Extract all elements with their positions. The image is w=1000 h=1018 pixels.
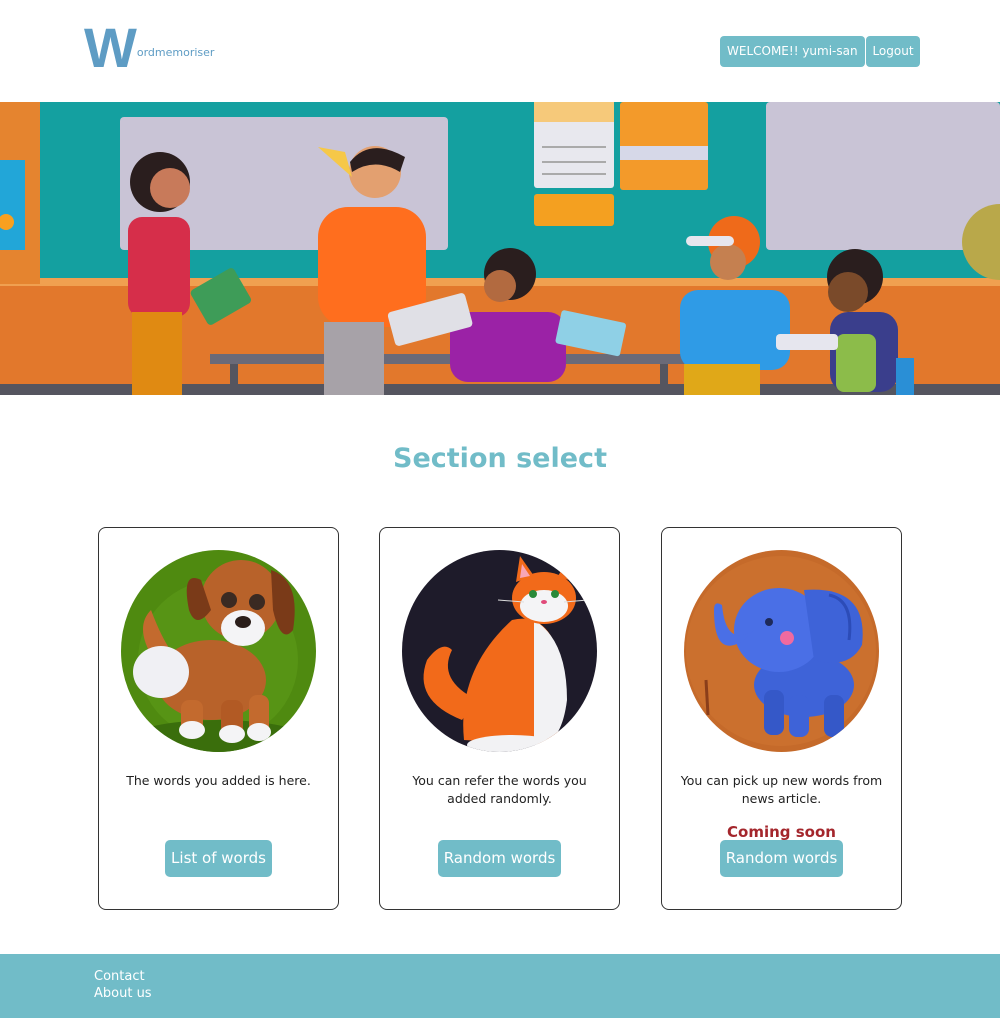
elephant-icon — [684, 550, 879, 752]
card-description: You can pick up new words from news arti… — [680, 773, 883, 806]
welcome-button[interactable]: WELCOME!! yumi-san — [720, 36, 865, 67]
random-words-button[interactable]: Random words — [438, 840, 561, 877]
logo-initial: W — [84, 16, 137, 79]
site-footer: Contact About us — [0, 954, 1000, 1018]
coming-soon-badge: Coming soon — [727, 823, 836, 841]
logo-text: ordmemoriser — [136, 46, 215, 59]
list-of-words-button[interactable]: List of words — [165, 840, 272, 877]
section-title: Section select — [393, 443, 607, 474]
site-header: W ordmemoriser WELCOME!! yumi-san Logout — [0, 0, 1000, 102]
about-us-link[interactable]: About us — [94, 986, 152, 1001]
classroom-illustration — [0, 102, 1000, 395]
card-description: You can refer the words you added random… — [412, 773, 587, 806]
card-news-words: You can pick up new words from news arti… — [661, 527, 902, 910]
elephant-illustration — [684, 550, 879, 752]
card-random-words: You can refer the words you added random… — [379, 527, 620, 910]
random-words-button[interactable]: Random words — [720, 840, 843, 877]
puppy-illustration — [121, 550, 316, 752]
card-description: The words you added is here. — [126, 773, 311, 788]
hero-banner — [0, 102, 1000, 395]
cat-icon — [402, 550, 597, 752]
puppy-icon — [121, 550, 316, 752]
logout-button[interactable]: Logout — [866, 36, 920, 67]
site-logo[interactable]: W ordmemoriser — [84, 16, 215, 79]
contact-link[interactable]: Contact — [94, 969, 145, 984]
cat-illustration — [402, 550, 597, 752]
card-list-of-words: The words you added is here. List of wor… — [98, 527, 339, 910]
